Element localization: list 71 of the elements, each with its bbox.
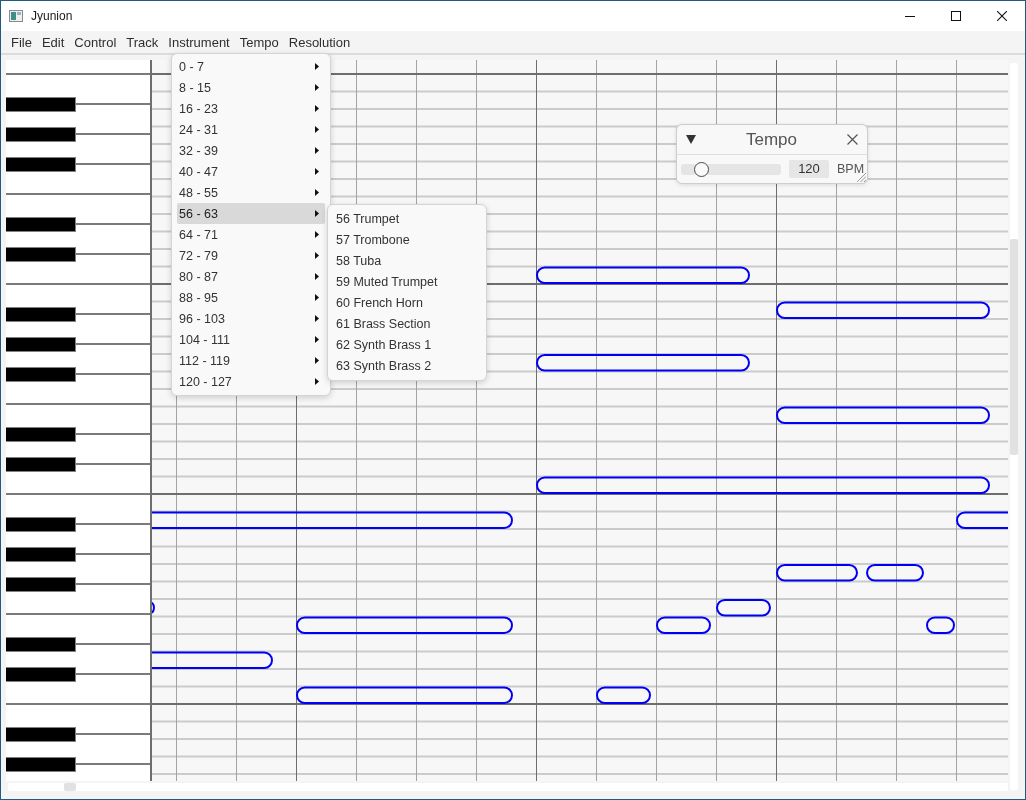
note-block [152,601,155,614]
scrollbar-thumb[interactable] [64,783,76,791]
menu-item[interactable]: 80 - 87 [177,266,325,287]
close-icon [997,11,1007,21]
menu-item[interactable]: Resolution [283,31,356,53]
submenu-arrow-icon [315,231,319,238]
menu-item[interactable]: 57 Trombone [333,229,481,250]
note-block [716,599,771,617]
menu-item[interactable]: 63 Synth Brass 2 [333,355,481,376]
menu-item[interactable]: 40 - 47 [177,161,325,182]
scrollbar-track[interactable] [8,783,1008,791]
menu-item[interactable]: Tempo [234,31,284,53]
menu-item[interactable]: 56 Trumpet [333,208,481,229]
note-block [866,564,924,582]
submenu-arrow-icon [315,168,319,175]
menu-item[interactable]: 88 - 95 [177,287,325,308]
window-title: Jyunion [31,9,74,23]
slider-thumb[interactable] [693,161,709,177]
menu-item[interactable]: 96 - 103 [177,308,325,329]
menu-item[interactable]: 72 - 79 [177,245,325,266]
tempo-slider[interactable] [681,163,781,175]
submenu-arrow-icon [315,63,319,70]
submenu-arrow-icon [315,147,319,154]
submenu-arrow-icon [315,105,319,112]
note-block [926,616,955,634]
scrollbar-thumb[interactable] [1010,239,1018,455]
dialog-title: Tempo [745,129,798,150]
close-icon[interactable] [847,134,858,145]
note-block [956,511,1008,529]
submenu-arrow-icon [315,273,319,280]
note-block [596,686,651,704]
menu-item[interactable]: 0 - 7 [177,56,325,77]
caret-icon[interactable] [686,135,696,144]
menu-item[interactable]: 120 - 127 [177,371,325,392]
tempo-value-field[interactable]: 120 [789,160,829,178]
minimize-icon [905,15,915,17]
menu-item[interactable]: Track [121,31,164,53]
menu-item[interactable]: 104 - 111 [177,329,325,350]
submenu-arrow-icon [315,189,319,196]
menu-item[interactable]: Edit [36,31,70,53]
menu-item[interactable]: 8 - 15 [177,77,325,98]
submenu-arrow-icon [315,126,319,133]
menu-item[interactable]: 32 - 39 [177,140,325,161]
submenu-arrow-icon [315,378,319,385]
menu-item[interactable]: 60 French Horn [333,292,481,313]
app-icon [9,10,23,22]
maximize-icon [951,11,961,21]
submenu-arrow-icon [315,357,319,364]
menu-item[interactable]: 24 - 31 [177,119,325,140]
menu-item[interactable]: Control [69,31,122,53]
submenu-arrow-icon [315,315,319,322]
menu-item[interactable]: 58 Tuba [333,250,481,271]
menu-item[interactable]: 112 - 119 [177,350,325,371]
scrollbar-track[interactable] [1010,63,1018,790]
submenu-arrow-icon [315,294,319,301]
menu-item[interactable]: Instrument [163,31,235,53]
submenu-arrow-icon [315,336,319,343]
menu-item[interactable]: 64 - 71 [177,224,325,245]
submenu-arrow-icon [315,252,319,259]
submenu-arrow-icon [315,210,319,217]
submenu-arrow-icon [315,84,319,91]
unit-label: BPM [837,162,865,176]
menu-item[interactable]: 56 - 63 [177,203,325,224]
note-block [656,616,711,634]
menu-item[interactable]: 48 - 55 [177,182,325,203]
menu-item[interactable]: 61 Brass Section [333,313,481,334]
menu-item[interactable]: 59 Muted Trumpet [333,271,481,292]
resize-grip-icon[interactable] [856,172,866,182]
menu-item[interactable]: 16 - 23 [177,98,325,119]
menu-item[interactable]: File [6,31,37,53]
menu-item[interactable]: 62 Synth Brass 1 [333,334,481,355]
